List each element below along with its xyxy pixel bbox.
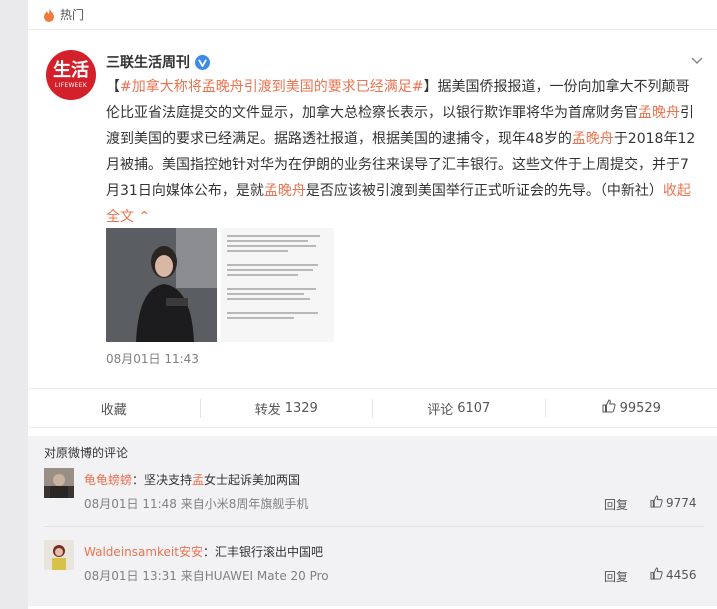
highlighted-name: 孟晚舟: [263, 183, 306, 199]
post-image-photo[interactable]: [106, 228, 217, 342]
fire-icon: [42, 7, 56, 22]
action-bar: 收藏 转发 1329 评论 6107 99529: [28, 388, 717, 428]
author-avatar[interactable]: 生活 LIFEWEEK: [46, 50, 96, 100]
like-count: 99529: [619, 400, 661, 416]
post-image-document[interactable]: [221, 228, 334, 342]
comment-like-count: 9774: [666, 496, 697, 510]
comment-like-button[interactable]: 9774: [650, 495, 697, 511]
comment-text: Waldeinsamkeit安安：汇丰银行滚出中国吧: [84, 543, 323, 560]
comment-highlight: 孟: [192, 473, 205, 487]
highlighted-name: 孟晚舟: [571, 131, 614, 147]
thumbs-up-icon: [602, 399, 616, 417]
collapse-arrow-icon[interactable]: ⌃: [134, 209, 150, 225]
favorite-label: 收藏: [100, 402, 127, 418]
favorite-button[interactable]: 收藏: [28, 399, 200, 418]
repost-label: 转发: [254, 402, 281, 418]
post-text-segment: 是否应该被引渡到美国举行正式听证会的先导。（中新社）: [305, 183, 663, 199]
repost-count: 1329: [284, 400, 318, 416]
like-button[interactable]: 99529: [544, 399, 717, 417]
chevron-down-icon[interactable]: [691, 54, 703, 69]
section-label: 热门: [60, 8, 85, 22]
comment-body-tail: 女士起诉美加两国: [204, 473, 301, 487]
comment-count: 6107: [457, 400, 491, 416]
highlighted-name: 孟晚舟: [638, 105, 680, 121]
comment-body: ：汇丰银行滚出中国吧: [202, 545, 323, 559]
thumbs-up-icon: [650, 567, 663, 583]
topic-tag[interactable]: #加拿大称将孟晚舟引渡到美国的要求已经满足#: [120, 79, 423, 95]
commenter-name[interactable]: Waldeinsamkeit安安: [84, 545, 203, 559]
reply-button[interactable]: 回复: [604, 568, 628, 585]
thumbs-up-icon: [650, 495, 663, 511]
comment-meta: 08月01日 11:48 来自小米8周年旗舰手机: [84, 497, 309, 511]
verified-icon: [195, 54, 210, 70]
comments-title: 对原微博的评论: [44, 446, 129, 460]
repost-button[interactable]: 转发 1329: [199, 398, 373, 418]
comment-meta: 08月01日 13:31 来自HUAWEI Mate 20 Pro: [84, 569, 329, 583]
author-name-row: 三联生活周刊: [106, 52, 210, 72]
avatar-text: 生活: [53, 59, 89, 81]
comments-section: 对原微博的评论 龟龟螃螃：坚决支持孟女士起诉美加两国 08月01日 11:48 …: [28, 436, 717, 606]
post-body: 【#加拿大称将孟晚舟引渡到美国的要求已经满足#】据美国侨报报道，一份向加拿大不列…: [106, 79, 696, 225]
comment-body: ：坚决支持: [132, 473, 193, 487]
comment-button[interactable]: 评论 6107: [372, 398, 545, 418]
comment-label: 评论: [427, 402, 454, 418]
commenter-avatar[interactable]: [44, 540, 74, 570]
author-name[interactable]: 三联生活周刊: [106, 52, 190, 72]
comment-divider: [44, 526, 704, 527]
comment-like-button[interactable]: 4456: [650, 567, 697, 583]
reply-button[interactable]: 回复: [604, 496, 628, 513]
comment-like-count: 4456: [666, 568, 697, 582]
comment-text: 龟龟螃螃：坚决支持孟女士起诉美加两国: [84, 471, 300, 488]
avatar-subtext: LIFEWEEK: [54, 81, 88, 89]
weibo-card: 热门 生活 LIFEWEEK 三联生活周刊 【#加拿大称将孟晚舟引渡到美国的要求…: [28, 0, 717, 609]
section-header: 热门: [28, 0, 717, 30]
post-timestamp[interactable]: 08月01日 11:43: [106, 350, 199, 367]
commenter-name[interactable]: 龟龟螃螃: [84, 473, 132, 487]
commenter-avatar[interactable]: [44, 468, 74, 498]
